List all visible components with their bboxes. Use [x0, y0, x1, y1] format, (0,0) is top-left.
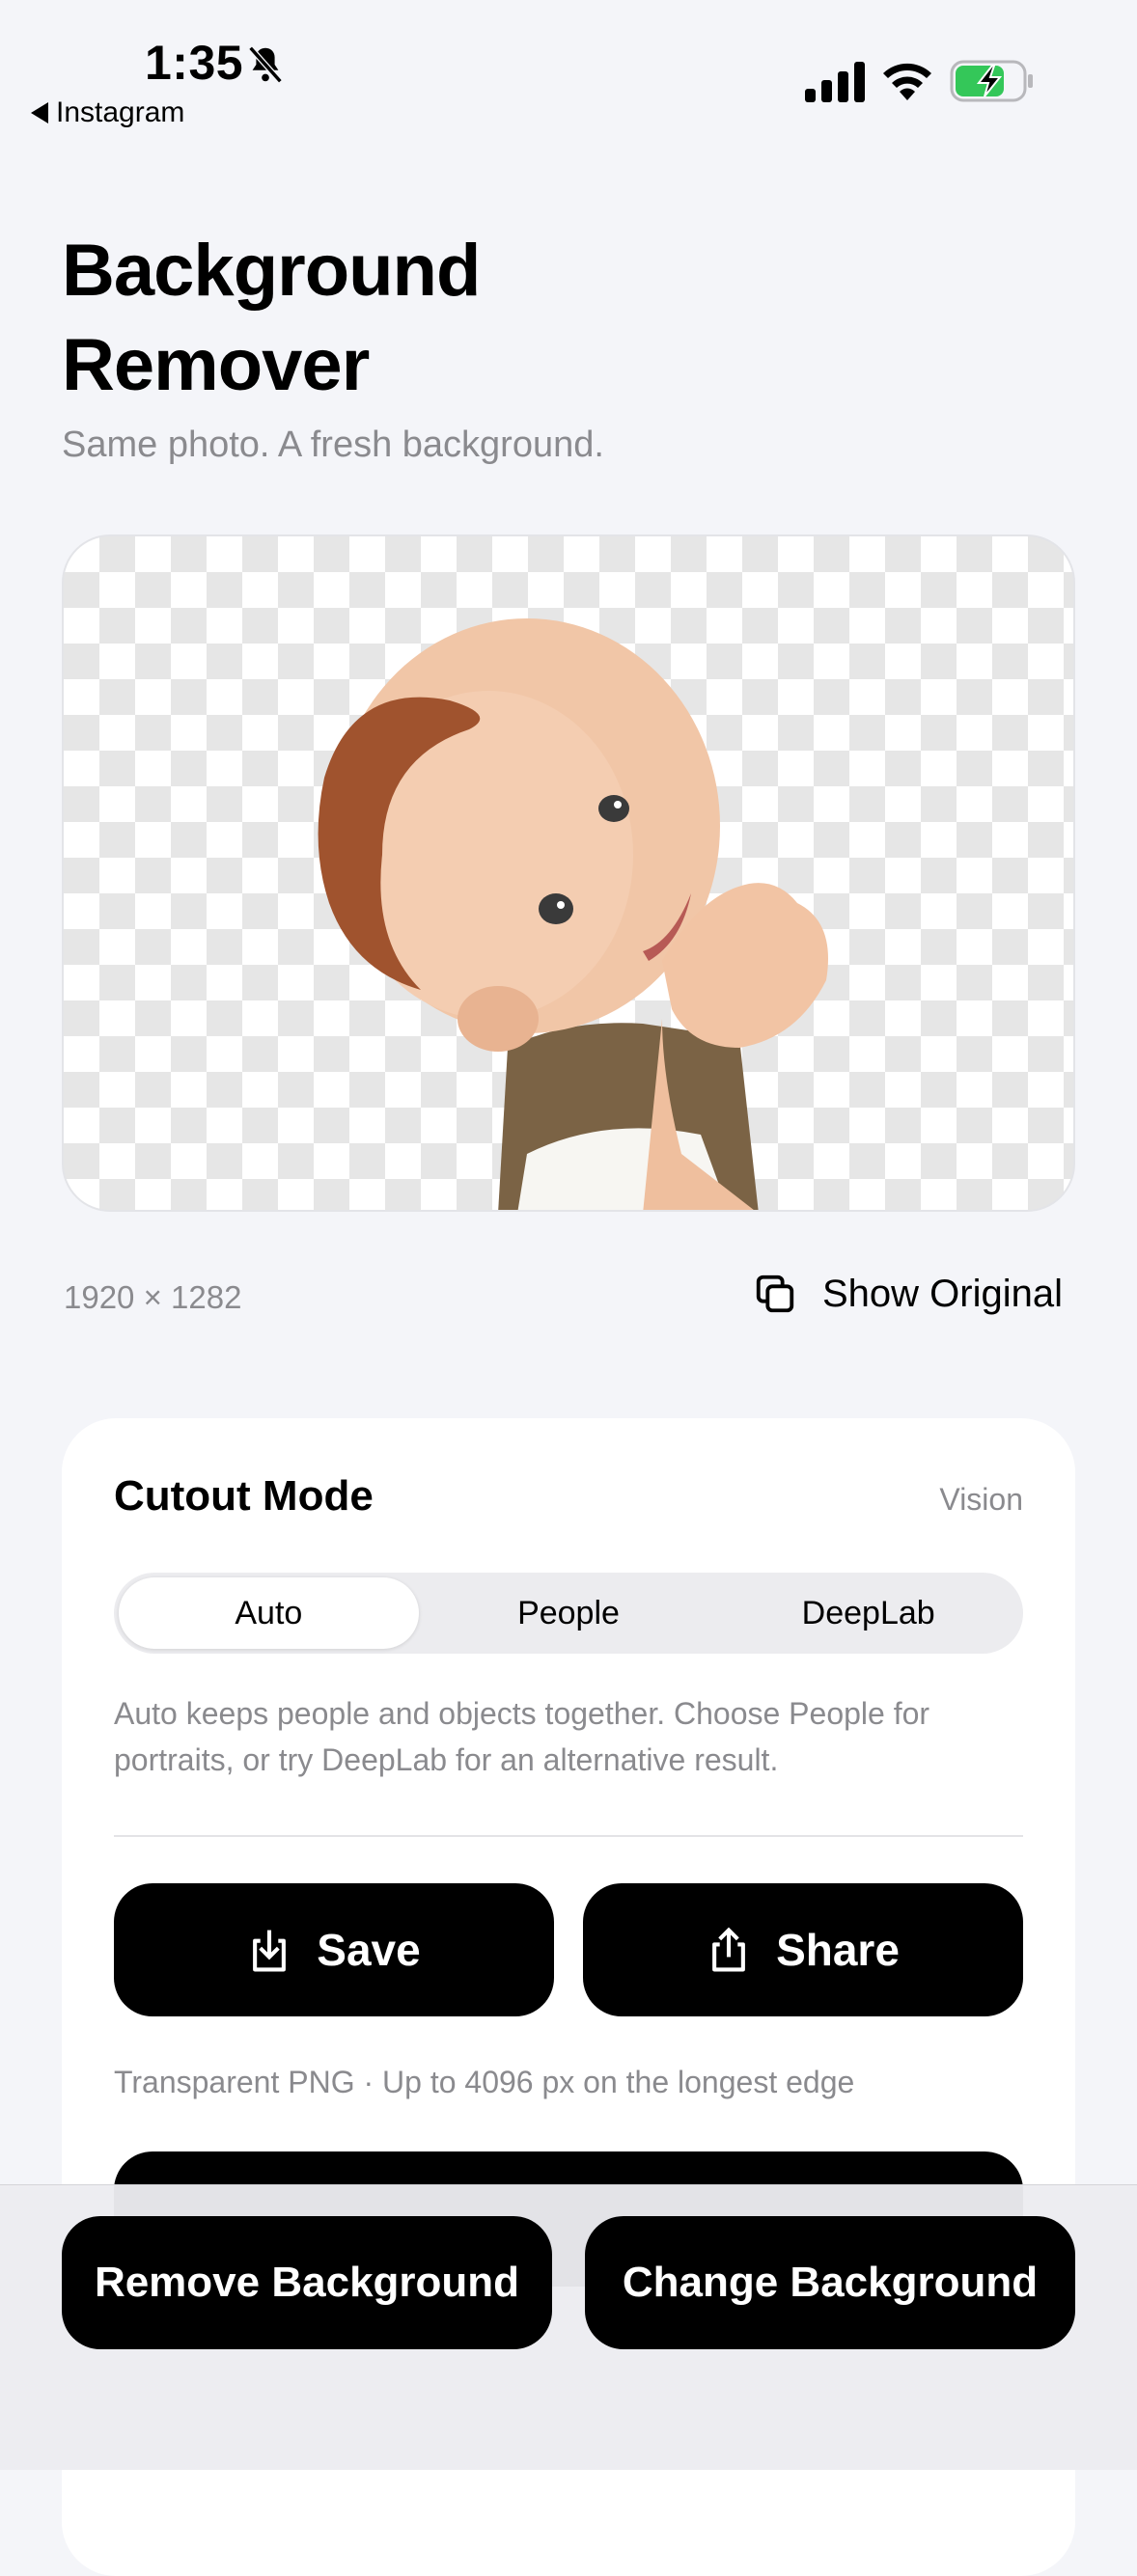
wifi-icon — [883, 63, 931, 100]
divider — [114, 1835, 1023, 1837]
status-time: 1:35 — [145, 36, 244, 90]
copy-icon — [756, 1274, 794, 1313]
engine-label: Vision — [939, 1482, 1023, 1517]
download-icon — [253, 1930, 287, 1972]
show-original-label: Show Original — [822, 1272, 1064, 1315]
page-subtitle: Same photo. A fresh background. — [62, 425, 604, 465]
title-line-2: Remover — [62, 324, 370, 406]
mode-deeplab[interactable]: DeepLab — [718, 1577, 1018, 1649]
bottom-action-bar: Remove Background Change Background — [0, 2184, 1137, 2470]
export-note: Transparent PNG · Up to 4096 px on the l… — [114, 2065, 855, 2099]
share-button[interactable]: Share — [583, 1883, 1023, 2016]
save-label: Save — [317, 1925, 421, 1975]
mode-people[interactable]: People — [419, 1577, 719, 1649]
battery-charging-icon — [950, 60, 1033, 102]
mode-auto[interactable]: Auto — [119, 1577, 419, 1649]
title-line-1: Background — [62, 230, 481, 312]
cutout-preview — [62, 534, 1075, 1212]
page-title: Background Remover — [62, 224, 481, 413]
back-app-label: Instagram — [56, 96, 185, 128]
change-background-button[interactable]: Change Background — [585, 2216, 1075, 2349]
signal-icon — [805, 62, 865, 102]
cutout-subject-image — [318, 618, 828, 1210]
bell-slash-icon — [248, 45, 283, 84]
image-dimensions: 1920 × 1282 — [64, 1279, 242, 1315]
back-caret-icon — [31, 102, 48, 123]
mode-description: Auto keeps people and objects together. … — [114, 1696, 930, 1777]
remove-background-button[interactable]: Remove Background — [62, 2216, 552, 2349]
save-button[interactable]: Save — [114, 1883, 554, 2016]
cutout-mode-segmented-control: Auto People DeepLab — [114, 1573, 1023, 1654]
back-to-instagram-link[interactable]: Instagram — [31, 96, 184, 129]
card-title: Cutout Mode — [114, 1472, 374, 1520]
share-label: Share — [776, 1925, 900, 1975]
show-original-button[interactable]: Show Original — [753, 1272, 1063, 1316]
share-icon — [712, 1927, 745, 1972]
